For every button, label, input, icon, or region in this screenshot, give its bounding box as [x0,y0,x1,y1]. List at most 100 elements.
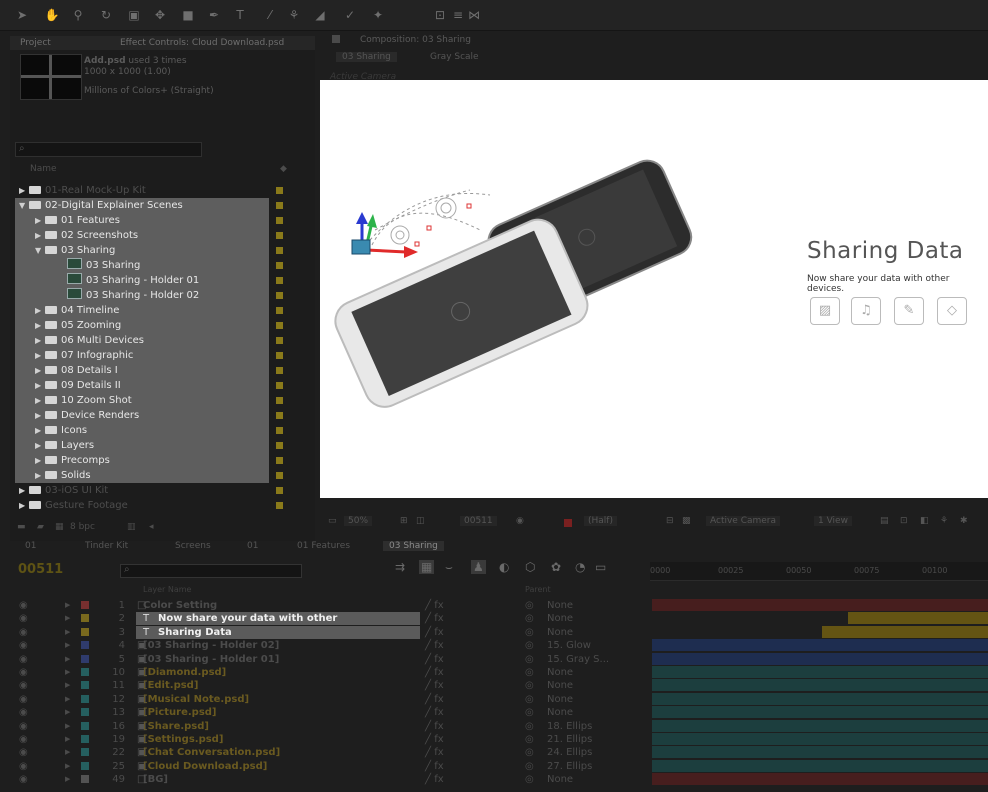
visibility-eye-icon[interactable]: ◉ [19,720,28,733]
collapsed-icon[interactable]: ▶ [19,498,29,513]
selection-tool-icon[interactable]: ➤ [14,8,30,22]
parent-dropdown[interactable]: None [547,666,623,679]
layer-twirl-icon[interactable]: ▶ [65,679,70,692]
layer-duration-bar[interactable] [652,719,988,732]
brainstorm-icon[interactable]: ✿ [551,560,561,574]
exposure-icon[interactable]: ✱ [960,516,968,526]
parent-dropdown[interactable]: 15. Glow [547,639,623,652]
viewer-timecode[interactable]: 00511 [460,516,497,526]
parent-pickwhip-icon[interactable]: ◎ [525,693,534,706]
graph-editor-icon[interactable]: ⬡ [525,560,535,574]
layer-twirl-icon[interactable]: ▶ [65,720,70,733]
label-swatch[interactable] [276,322,283,329]
parent-header[interactable]: Parent [525,585,551,594]
eraser-tool-icon[interactable]: ◢ [312,8,328,22]
label-swatch[interactable] [276,247,283,254]
parent-dropdown[interactable]: 27. Ellips [547,760,623,773]
collapsed-icon[interactable]: ▶ [19,483,29,498]
layer-label-swatch[interactable] [81,694,89,703]
layer-name[interactable]: [Chat Conversation.psd] [143,746,280,759]
label-swatch[interactable] [276,457,283,464]
interpret-footage-icon[interactable]: ▬ [17,522,26,532]
visibility-eye-icon[interactable]: ◉ [19,746,28,759]
layer-twirl-icon[interactable]: ▶ [65,693,70,706]
zoom-dropdown[interactable]: 50% [344,516,373,526]
expanded-icon[interactable]: ▼ [35,243,45,258]
layer-duration-bar[interactable] [652,679,988,692]
hand-tool-icon[interactable]: ✋ [44,8,60,22]
label-swatch[interactable] [276,367,283,374]
timeline-layer-row[interactable]: ◉ ▶ 11 [Edit.psd] ▣ ╱ fx ◎ None [15,679,650,692]
snapping-icon[interactable]: ⊡ [432,8,448,22]
layer-switches[interactable]: ╱ fx [425,693,444,706]
timeline-layer-row[interactable]: ◉ ▶ 13 [Picture.psd] ▣ ╱ fx ◎ None [15,706,650,719]
mask-icon[interactable]: ◫ [416,516,425,526]
parent-dropdown[interactable]: 18. Ellips [547,720,623,733]
shy-layers-icon[interactable]: ⌣ [445,560,453,575]
composition-canvas[interactable]: Sharing Data Now share your data with ot… [320,80,988,498]
parent-dropdown[interactable]: None [547,626,623,639]
expanded-icon[interactable]: ▼ [19,198,29,213]
project-folder-item[interactable]: ▶ 09 Details II [15,378,269,393]
collapsed-icon[interactable]: ▶ [19,183,29,198]
layer-twirl-icon[interactable]: ▶ [65,639,70,652]
timeline-layer-row[interactable]: ◉ ▶ 10 [Diamond.psd] ▣ ╱ fx ◎ None [15,666,650,679]
layer-name[interactable]: [03 Sharing - Holder 02] [143,639,279,652]
parent-pickwhip-icon[interactable]: ◎ [525,679,534,692]
visibility-eye-icon[interactable]: ◉ [19,760,28,773]
collapsed-icon[interactable]: ▶ [35,453,45,468]
label-swatch[interactable] [276,277,283,284]
parent-dropdown[interactable]: None [547,612,623,625]
bit-depth-label[interactable]: 8 bpc [70,522,95,532]
collapsed-icon[interactable]: ▶ [35,213,45,228]
label-swatch[interactable] [276,352,283,359]
layout-icon[interactable]: ▤ [880,516,889,526]
parent-pickwhip-icon[interactable]: ◎ [525,666,534,679]
label-swatch[interactable] [276,382,283,389]
project-comp-item[interactable]: 03 Sharing - Holder 01 [15,273,269,288]
rotate-tool-icon[interactable]: ↻ [98,8,114,22]
label-swatch[interactable] [276,427,283,434]
region-icon[interactable]: ⊟ [666,516,674,526]
layer-twirl-icon[interactable]: ▶ [65,599,70,612]
layer-name[interactable]: Now share your data with other [136,612,420,626]
label-swatch[interactable] [276,202,283,209]
timeline-layer-row[interactable]: ◉ ▶ 12 [Musical Note.psd] ▣ ╱ fx ◎ None [15,693,650,706]
project-folder-item[interactable]: ▶ Layers [15,438,269,453]
grid-icon[interactable]: ⊞ [400,516,408,526]
layer-label-swatch[interactable] [81,601,89,609]
visibility-eye-icon[interactable]: ◉ [19,612,28,625]
trash-icon[interactable]: ▥ [127,522,136,532]
collapsed-icon[interactable]: ▶ [35,303,45,318]
layer-label-swatch[interactable] [81,668,89,676]
roto-brush-tool-icon[interactable]: ✓ [342,8,358,22]
layer-duration-bar[interactable] [652,639,988,652]
parent-pickwhip-icon[interactable]: ◎ [525,599,534,612]
layer-name[interactable]: Color Setting [143,599,217,612]
timeline-tab[interactable]: 03 Sharing [383,541,444,551]
layer-twirl-icon[interactable]: ▶ [65,760,70,773]
tab-effect-controls[interactable]: Effect Controls: Cloud Download.psd [120,38,284,48]
project-folder-item[interactable]: ▼ 02-Digital Explainer Scenes [15,198,269,213]
collapsed-icon[interactable]: ▶ [35,393,45,408]
timeline-layer-row[interactable]: ◉ ▶ 1 Color Setting □ ╱ fx ◎ None [15,599,650,612]
project-folder-item[interactable]: ▼ 03 Sharing [15,243,269,258]
timeline-layer-row[interactable]: ◉ ▶ 49 [BG] □ ╱ fx ◎ None [15,773,650,786]
label-swatch[interactable] [276,397,283,404]
layer-duration-bar[interactable] [848,612,988,625]
label-swatch[interactable] [276,472,283,479]
label-swatch[interactable] [276,337,283,344]
visibility-eye-icon[interactable]: ◉ [19,773,28,786]
live-update-icon[interactable]: ◔ [575,560,585,574]
timeline-icon[interactable]: ◧ [920,516,929,526]
time-ruler[interactable]: 0000 00025 00050 00075 00100 [650,562,988,581]
collapsed-icon[interactable]: ▶ [35,378,45,393]
layer-twirl-icon[interactable]: ▶ [65,612,70,625]
project-folder-item[interactable]: ▶ Solids [15,468,269,483]
timeline-layer-row[interactable]: ◉ ▶ 4 [03 Sharing - Holder 02] ▣ ╱ fx ◎ 15. Glo… [15,639,650,652]
camera-tool-icon[interactable]: ▣ [126,8,142,22]
timeline-tab[interactable]: 01 Features [297,541,350,551]
label-swatch[interactable] [276,502,283,509]
camera-dropdown[interactable]: Active Camera [706,516,781,526]
parent-pickwhip-icon[interactable]: ◎ [525,746,534,759]
